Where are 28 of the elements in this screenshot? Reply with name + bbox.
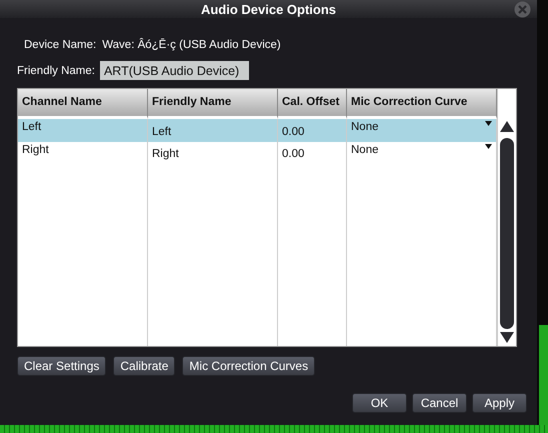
caret-icon (485, 144, 492, 149)
table-cell[interactable]: Right (18, 142, 148, 164)
column-header[interactable]: Cal. Offset (278, 89, 347, 119)
table-cell: 0.00 (278, 142, 347, 164)
tool-button[interactable]: Calibrate (113, 356, 176, 376)
scroll-up-icon[interactable] (500, 121, 514, 132)
column-header[interactable]: Channel Name (18, 89, 148, 119)
caret-icon (485, 121, 492, 126)
tool-button[interactable]: Clear Settings (17, 356, 106, 376)
column-header[interactable]: Mic Correction Curve (347, 89, 497, 119)
dialog-button[interactable]: Cancel (412, 393, 467, 413)
device-name-label: Device Name: (24, 39, 96, 51)
curve-dropdown[interactable]: None (347, 119, 497, 142)
scrollbar[interactable] (497, 89, 516, 346)
friendly-name-field[interactable]: ART(USB Audio Device) (100, 61, 249, 80)
table-cell[interactable]: Left (18, 119, 148, 142)
device-name-value: Wave: Âó¿Ē·ç (USB Audio Device) (102, 39, 281, 51)
table-cell: Right (148, 142, 278, 164)
tool-button[interactable]: Mic Correction Curves (182, 356, 316, 376)
dialog-button[interactable]: Apply (472, 393, 527, 413)
scroll-thumb[interactable] (500, 138, 514, 329)
friendly-name-label: Friendly Name: (17, 64, 95, 76)
window-title: Audio Device Options (200, 2, 336, 16)
table-cell: Left (148, 119, 278, 142)
scroll-down-icon[interactable] (500, 332, 514, 343)
table-cell: 0.00 (278, 119, 347, 142)
dialog-button[interactable]: OK (352, 393, 407, 413)
column-header[interactable]: Friendly Name (148, 89, 278, 119)
